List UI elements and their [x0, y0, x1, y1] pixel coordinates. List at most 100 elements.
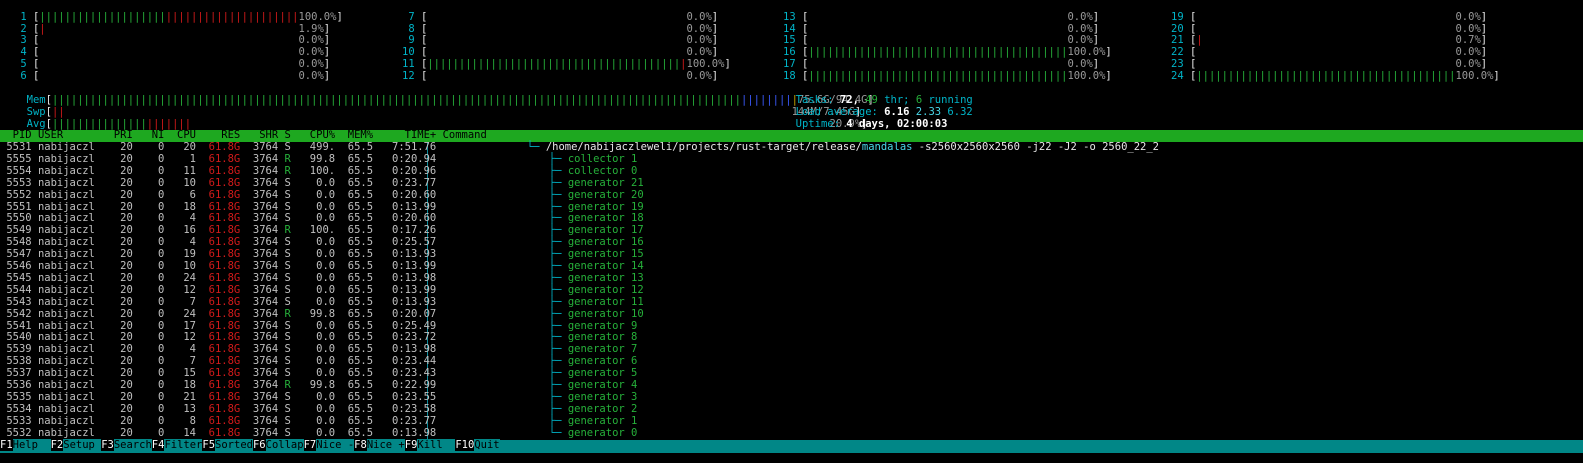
- cell-time: 0:20.96: [379, 164, 443, 177]
- cpu-id: 16: [783, 46, 802, 58]
- cell-ni: 0: [139, 367, 171, 380]
- cell-s: S: [284, 248, 304, 261]
- cpu-bar-green: ||||||||||||||||||||||||||||||||||||||||: [427, 58, 681, 70]
- cell-cpupct: 0.0: [303, 331, 342, 344]
- column-pid-header[interactable]: PID: [0, 129, 38, 141]
- cell-s: S: [284, 260, 304, 272]
- fkey-f9-button[interactable]: F9Kill: [404, 439, 456, 451]
- cell-res: 61.8G: [202, 212, 247, 225]
- cell-mem: 65.5: [341, 271, 380, 284]
- fkey-f3-button[interactable]: F3Search: [101, 439, 152, 451]
- cell-cpu: 4: [170, 236, 203, 249]
- cpu-id: 5: [14, 58, 33, 70]
- cell-ni: 0: [139, 188, 171, 201]
- cell-cpu: 16: [170, 224, 203, 237]
- tree-branch: ├─: [548, 319, 568, 332]
- column-cpu-header[interactable]: CPU: [171, 129, 203, 141]
- cpu-meter-24: 24 [||||||||||||||||||||||||||||||||||||…: [1171, 70, 1500, 82]
- cpu-id: 17: [783, 58, 802, 70]
- load-line: Load average: 6.16 2.33 6.32: [783, 95, 973, 118]
- cpu-id: 19: [1171, 11, 1190, 23]
- fkey-f4-button[interactable]: F4Filter: [151, 439, 203, 451]
- fkey-f5-button[interactable]: F5Sorted: [202, 439, 253, 451]
- cell-mem: 65.5: [341, 402, 380, 415]
- thread-name: generator 0: [567, 426, 638, 439]
- column-ni-header[interactable]: NI: [139, 129, 171, 141]
- column-command-header[interactable]: Command: [443, 129, 494, 141]
- column-res-header[interactable]: RES: [202, 129, 246, 141]
- cell-res: 61.8G: [202, 355, 247, 368]
- cell-res: 61.8G: [202, 307, 247, 320]
- column-pri-header[interactable]: PRI: [107, 129, 139, 141]
- table-row[interactable]: 5532 nabijaczl 20 0 14 61.8G 3764 S 0.0 …: [0, 426, 638, 440]
- fkey-key: F6: [252, 439, 266, 451]
- cpu-id: 18: [783, 70, 802, 82]
- fkey-label: Kill: [417, 439, 456, 451]
- fkey-f8-button[interactable]: F8Nice +: [354, 439, 405, 451]
- fkey-f1-button[interactable]: F1Help: [0, 439, 51, 451]
- fkey-f2-button[interactable]: F2Setup: [50, 439, 102, 451]
- cpu-id: 9: [402, 34, 421, 46]
- fkey-label: Search: [113, 439, 152, 451]
- column-mem-header[interactable]: MEM%: [341, 129, 379, 141]
- cell-cpupct: 0.0: [303, 248, 342, 261]
- cell-pri: 20: [107, 319, 140, 332]
- tree-branch: ├─: [548, 367, 568, 380]
- cpu-bar-green: ||||||||||||||||||||: [39, 11, 166, 23]
- thread-name: generator 19: [567, 200, 644, 213]
- cell-res: 61.8G: [202, 414, 247, 427]
- cell-cpu: 1: [170, 152, 203, 165]
- cell-mem: 65.5: [341, 200, 380, 213]
- cell-mem: 65.5: [341, 319, 380, 332]
- column-time-header[interactable]: TIME+: [379, 129, 442, 141]
- thread-name: generator 21: [567, 176, 644, 189]
- cell-pid: 5540: [0, 331, 38, 344]
- cell-shr: 3764: [246, 367, 285, 380]
- cpu-id: 7: [402, 11, 421, 23]
- cell-s: S: [284, 402, 304, 415]
- column-shr-header[interactable]: SHR: [247, 129, 285, 141]
- cell-pid: 5554: [0, 164, 38, 177]
- cell-pid: 5553: [0, 176, 38, 189]
- cell-mem: 65.5: [341, 224, 380, 237]
- cell-cpu: 19: [170, 248, 203, 261]
- cell-mem: 65.5: [341, 236, 380, 249]
- command-args: -s2560x2560x2560 -j22 -J2 -o 2560_22_2: [912, 141, 1160, 153]
- cell-cpupct: 0.0: [303, 355, 342, 368]
- column-user-header[interactable]: USER: [38, 129, 108, 141]
- cpu-id: 15: [783, 34, 802, 46]
- cell-mem: 65.5: [341, 188, 380, 201]
- cell-cpupct: 499.: [303, 141, 342, 153]
- cell-ni: 0: [139, 414, 171, 427]
- cell-pri: 20: [107, 152, 140, 165]
- cell-cpupct: 0.0: [303, 176, 342, 189]
- cell-time: 0:13.98: [379, 343, 443, 356]
- cell-s: S: [284, 355, 304, 368]
- fkey-f6-button[interactable]: F6Collap: [252, 439, 304, 451]
- fkey-f10-button[interactable]: F10Quit: [455, 439, 500, 451]
- cell-mem: 65.5: [341, 141, 380, 153]
- cpu-percent: 0.0%: [1067, 11, 1093, 23]
- fkey-label: Sorted: [215, 439, 253, 451]
- cell-res: 61.8G: [202, 164, 247, 177]
- tree-branch: ├─: [548, 343, 568, 356]
- cell-s: R: [284, 379, 304, 391]
- column-cpu-header[interactable]: CPU%: [303, 129, 341, 141]
- cell-time: 0:23.55: [379, 390, 443, 403]
- fkey-f7-button[interactable]: F7Nice -: [303, 439, 355, 451]
- cell-pri: 20: [107, 331, 140, 344]
- cell-cpupct: 0.0: [303, 426, 342, 439]
- cell-user: nabijaczl: [37, 164, 108, 177]
- cell-ni: 0: [139, 200, 171, 213]
- cell-pid: 5546: [0, 260, 38, 272]
- cpu-id: 10: [402, 46, 421, 58]
- cell-shr: 3764: [246, 236, 285, 249]
- cell-res: 61.8G: [202, 224, 247, 237]
- cell-shr: 3764: [246, 200, 285, 213]
- cell-pid: 5536: [0, 379, 38, 391]
- cell-time: 0:13.93: [379, 295, 443, 308]
- column-s-header[interactable]: S: [285, 129, 304, 141]
- cell-user: nabijaczl: [37, 283, 108, 296]
- cell-cpu: 24: [170, 271, 203, 284]
- tree-branch: ├─: [548, 390, 568, 403]
